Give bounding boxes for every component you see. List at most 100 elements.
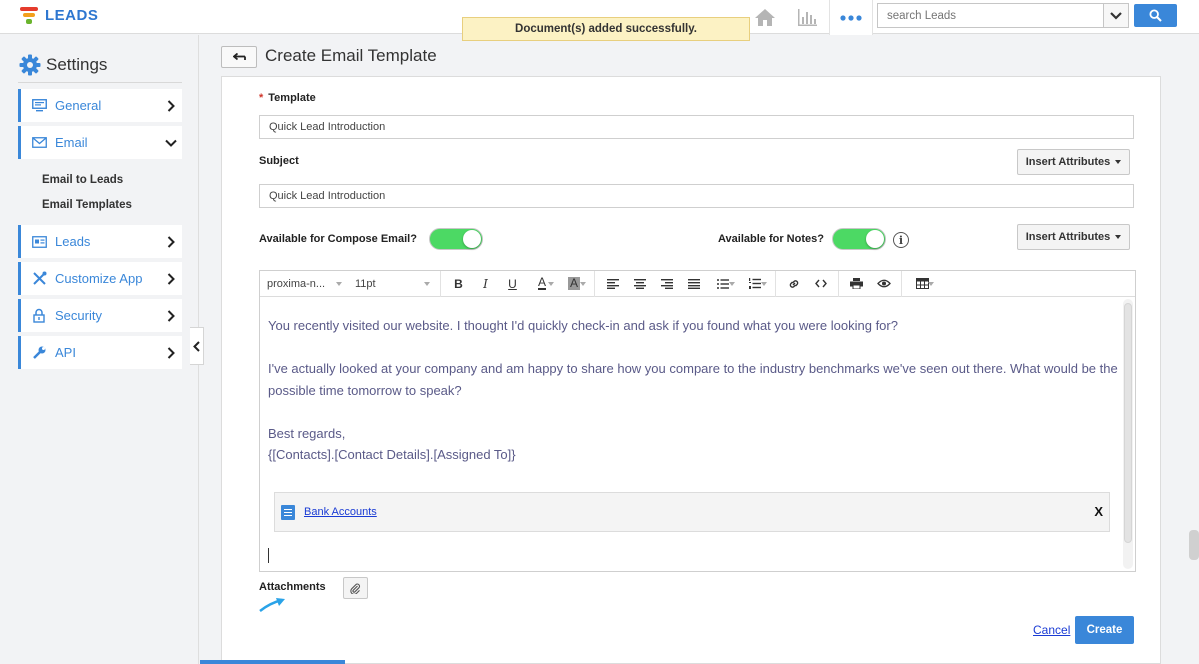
bold-icon[interactable]: B [445, 271, 472, 297]
toggle-knob [463, 230, 481, 248]
italic-icon[interactable]: I [472, 271, 499, 297]
email-paragraph: I've actually looked at your company and… [268, 361, 1118, 398]
sidebar-item-api[interactable]: API [18, 336, 182, 369]
numbered-list-icon[interactable] [739, 271, 771, 297]
caret-down-icon [424, 281, 430, 286]
info-icon[interactable]: i [893, 232, 909, 248]
rich-text-editor: proxima-n... 11pt B I U A A You recently… [259, 270, 1136, 572]
chevron-right-icon [163, 271, 179, 287]
sidebar-item-label: Email [55, 135, 88, 150]
success-toast: Document(s) added successfully. [462, 17, 750, 41]
back-arrow-icon [232, 52, 246, 60]
template-form-card: * Template Quick Lead Introduction Subjec… [221, 76, 1161, 664]
sidebar-subitem-email-to-leads[interactable]: Email to Leads [42, 174, 123, 186]
reports-button[interactable] [790, 0, 824, 34]
search-icon [1149, 9, 1162, 22]
home-button[interactable] [750, 0, 780, 34]
more-dots-icon [840, 14, 862, 21]
editor-body[interactable]: You recently visited our website. I thou… [268, 315, 1118, 466]
underline-icon[interactable]: U [499, 271, 526, 297]
sidebar-item-email[interactable]: Email [18, 126, 182, 159]
document-attachment: Bank Accounts X [274, 492, 1110, 532]
sidebar-item-security[interactable]: Security [18, 299, 182, 332]
compose-email-toggle[interactable] [429, 228, 483, 250]
sidebar-item-label: Customize App [55, 271, 143, 286]
loading-progress-bar [200, 660, 345, 664]
envelope-icon [31, 135, 47, 151]
subject-input[interactable]: Quick Lead Introduction [259, 184, 1134, 208]
app-logo[interactable]: LEADS [20, 5, 98, 25]
settings-sidebar: Settings General Email Email to Leads Em… [0, 35, 199, 664]
settings-title: Settings [46, 55, 108, 74]
subject-label: Subject [259, 155, 299, 167]
chevron-right-icon [163, 234, 179, 250]
sidebar-collapse-button[interactable] [190, 327, 204, 365]
divider [18, 82, 182, 83]
page-scrollbar-thumb[interactable] [1189, 530, 1199, 560]
print-icon[interactable] [843, 271, 870, 297]
bar-chart-icon [798, 9, 817, 26]
compose-email-label: Available for Compose Email? [259, 233, 417, 245]
toolbar-divider [838, 270, 839, 297]
funnel-logo-icon [20, 5, 38, 25]
code-view-icon[interactable] [807, 271, 834, 297]
app-name: LEADS [45, 6, 99, 24]
align-left-icon[interactable] [599, 271, 626, 297]
toolbar-divider [594, 270, 595, 297]
preview-eye-icon[interactable] [870, 271, 897, 297]
editor-toolbar: proxima-n... 11pt B I U A A [260, 270, 1135, 297]
monitor-icon [31, 98, 47, 114]
page-title: Create Email Template [265, 46, 437, 65]
font-family-select[interactable]: proxima-n... [260, 271, 348, 297]
notes-label: Available for Notes? [718, 233, 824, 245]
align-right-icon[interactable] [653, 271, 680, 297]
sidebar-item-customize-app[interactable]: Customize App [18, 262, 182, 295]
highlight-color-icon[interactable]: A [558, 271, 590, 297]
align-center-icon[interactable] [626, 271, 653, 297]
annotation-arrow-icon [259, 598, 285, 612]
editor-scrollbar[interactable] [1123, 299, 1133, 569]
remove-attachment-button[interactable]: X [1094, 504, 1103, 519]
cancel-link[interactable]: Cancel [1033, 623, 1070, 637]
toolbar-divider [440, 270, 441, 297]
add-attachment-button[interactable] [343, 577, 368, 599]
notes-toggle[interactable] [832, 228, 886, 250]
chevron-right-icon [163, 98, 179, 114]
email-paragraph: You recently visited our website. I thou… [268, 318, 898, 333]
more-apps-button[interactable] [829, 0, 873, 35]
font-size-select[interactable]: 11pt [348, 271, 436, 297]
sidebar-item-general[interactable]: General [18, 89, 182, 122]
search-dropdown-button[interactable] [1103, 4, 1128, 27]
chevron-left-icon [193, 340, 200, 352]
id-card-icon [31, 234, 47, 250]
table-icon[interactable] [906, 271, 938, 297]
bullet-list-icon[interactable] [707, 271, 739, 297]
sidebar-subitem-email-templates[interactable]: Email Templates [42, 199, 132, 211]
create-button[interactable]: Create [1075, 616, 1134, 644]
subject-insert-attributes-button[interactable]: Insert Attributes [1017, 149, 1130, 175]
toolbar-divider [775, 270, 776, 297]
align-justify-icon[interactable] [680, 271, 707, 297]
gear-icon [19, 54, 41, 76]
caret-down-icon [1115, 235, 1122, 239]
attachment-link[interactable]: Bank Accounts [304, 506, 377, 518]
sidebar-item-label: Leads [55, 234, 91, 249]
attachments-label: Attachments [259, 581, 326, 593]
home-icon [755, 9, 775, 26]
body-insert-attributes-button[interactable]: Insert Attributes [1017, 224, 1130, 250]
sidebar-item-label: General [55, 98, 102, 113]
paperclip-icon [350, 583, 361, 594]
link-icon[interactable] [780, 271, 807, 297]
text-color-icon[interactable]: A [526, 271, 558, 297]
template-name-input[interactable]: Quick Lead Introduction [259, 115, 1134, 139]
chevron-down-icon [163, 135, 179, 151]
caret-down-icon [336, 281, 342, 286]
scrollbar-thumb[interactable] [1124, 303, 1132, 543]
tools-icon [31, 271, 47, 287]
sidebar-item-leads[interactable]: Leads [18, 225, 182, 258]
toggle-knob [866, 230, 884, 248]
search-button[interactable] [1134, 4, 1177, 27]
search-input[interactable] [878, 4, 1104, 27]
back-button[interactable] [221, 46, 257, 68]
sidebar-item-label: API [55, 345, 76, 360]
